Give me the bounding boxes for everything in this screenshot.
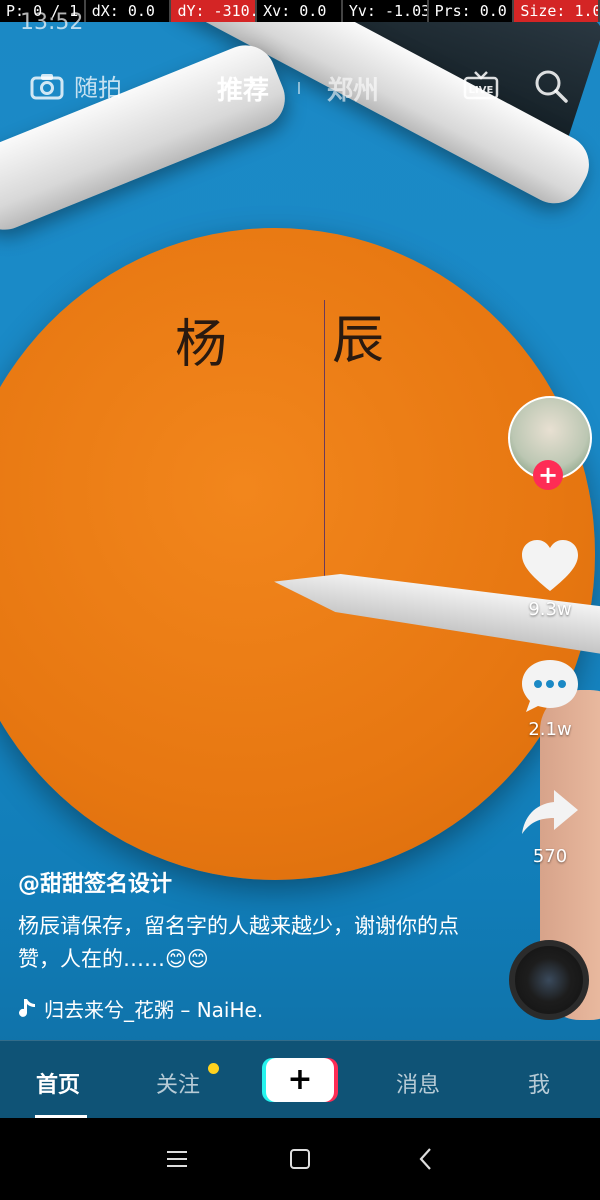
svg-text:LIVE: LIVE [469,85,494,96]
heart-icon [522,540,578,591]
tab-me[interactable]: 我 [528,1067,550,1099]
comment-count: 2.1w [528,719,572,740]
tab-divider [298,82,300,94]
tab-home[interactable]: 首页 [36,1067,80,1099]
tab-city[interactable]: 郑州 [327,70,379,107]
debug-prs: Prs: 0.0 [428,0,515,22]
music-title: 归去来兮_花粥 – NaiHe. [44,998,264,1022]
back-icon[interactable] [413,1146,439,1172]
share-arrow-icon [522,790,578,834]
debug-dy: dY: -310.0 [171,0,258,22]
camera-label: 随拍 [74,74,122,102]
handwritten-char-2: 辰 [332,311,385,371]
share-button[interactable]: 570 [508,782,592,867]
handwritten-char-1: 杨 [175,315,228,375]
live-icon[interactable]: LIVE [463,68,499,104]
post-description: 杨辰请保存，留名字的人越来越少，谢谢你的点赞，人在的……😊😊 [18,914,459,971]
top-nav: 随拍 推荐 郑州 LIVE [0,60,600,110]
music-note-icon [19,998,35,1017]
like-count: 9.3w [528,599,572,620]
pointer-debug-overlay: P: 0 / 1 dX: 0.0 dY: -310.0 Xv: 0.0 Yv: … [0,0,600,22]
debug-size: Size: 1.0 [514,0,600,22]
camera-icon [30,73,64,99]
debug-dx: dX: 0.0 [85,0,172,22]
music-disc[interactable] [509,940,589,1020]
search-icon[interactable] [533,68,569,104]
share-count: 570 [532,846,568,867]
menu-icon[interactable] [164,1146,190,1172]
comment-button[interactable]: 2.1w [508,655,592,740]
debug-xv: Xv: 0.0 [257,0,343,22]
bottom-tab-bar: 首页 关注 + 消息 我 [0,1040,600,1119]
like-button[interactable]: 9.3w [508,535,592,620]
debug-yv: Yv: -1.032 [342,0,429,22]
follow-notification-dot [208,1063,219,1074]
camera-button[interactable]: 随拍 [30,68,122,103]
comment-icon [522,660,578,712]
home-square-icon[interactable] [287,1146,313,1172]
status-time: 13:52 [20,10,84,35]
tab-follow[interactable]: 关注 [156,1067,200,1099]
create-video-button[interactable]: + [266,1058,334,1102]
system-nav-bar [0,1118,600,1200]
orange-paper-circle [0,228,595,880]
author-name[interactable]: @甜甜签名设计 [18,866,478,898]
tab-messages[interactable]: 消息 [396,1067,440,1099]
guide-line [324,300,325,585]
follow-plus-button[interactable]: + [533,460,563,490]
music-info[interactable]: 归去来兮_花粥 – NaiHe. [18,994,263,1023]
tab-recommend[interactable]: 推荐 [217,70,269,107]
